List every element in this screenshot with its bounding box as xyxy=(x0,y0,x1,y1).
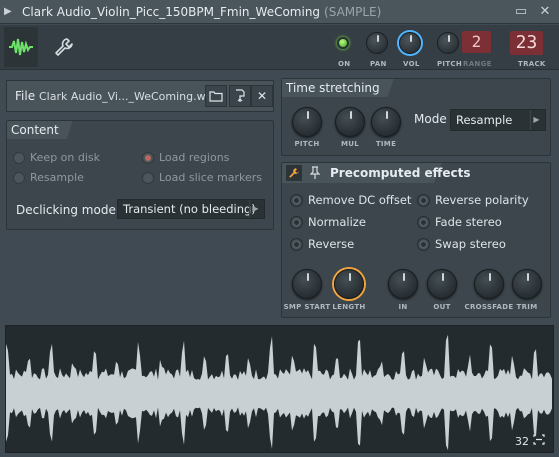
pan-label: PAN xyxy=(370,60,387,68)
swap-stereo-toggle[interactable]: Swap stereo xyxy=(417,237,506,251)
load-slice-markers-option[interactable]: Load slice markers xyxy=(142,171,262,184)
remove-dc-offset-toggle[interactable]: Remove DC offset xyxy=(290,193,411,207)
time-stretching-panel: Time stretching PITCH MUL TIME Mode Resa… xyxy=(281,78,551,156)
sample-start-knob[interactable] xyxy=(292,269,322,299)
waveform-shape xyxy=(6,334,552,451)
stretch-mul-label: MUL xyxy=(340,140,359,148)
pitch-knob[interactable] xyxy=(437,32,459,54)
channel-on-led[interactable] xyxy=(337,37,349,49)
keep-on-disk-option[interactable]: Keep on disk xyxy=(13,151,100,164)
stretch-pitch-knob[interactable] xyxy=(292,107,322,137)
crossfade-knob[interactable] xyxy=(474,269,504,299)
chevron-right-icon: ▶ xyxy=(530,110,542,130)
fade-stereo-toggle[interactable]: Fade stereo xyxy=(417,215,502,229)
precomputed-title: Precomputed effects xyxy=(330,166,471,180)
pitch-label: PITCH xyxy=(437,60,463,68)
effect-label: Normalize xyxy=(308,215,366,229)
menu-arrow-icon[interactable]: ▶ xyxy=(4,6,18,17)
radio-dot xyxy=(142,171,154,184)
file-row: File Clark Audio_Vi..._WeComing.wav ✕ xyxy=(6,80,274,112)
fade-in-label: IN xyxy=(398,303,408,311)
mode-label: Mode xyxy=(414,112,447,126)
waveform-display[interactable]: 32 xyxy=(5,325,554,453)
stretch-mode-value: Resample xyxy=(456,113,513,127)
bit-depth-label: 32 xyxy=(515,434,529,448)
close-icon[interactable]: ✕ xyxy=(537,3,553,20)
wrench-icon[interactable] xyxy=(286,165,302,181)
track-label: TRACK xyxy=(518,60,546,68)
resample-option[interactable]: Resample xyxy=(13,171,84,184)
normalize-toggle[interactable]: Normalize xyxy=(290,215,366,229)
option-label: Keep on disk xyxy=(30,151,101,164)
declicking-mode-value: Transient (no bleeding) xyxy=(123,202,256,216)
volume-knob[interactable] xyxy=(399,32,421,54)
file-label: File xyxy=(15,89,36,103)
fade-out-knob[interactable] xyxy=(427,269,457,299)
effect-label: Remove DC offset xyxy=(308,193,412,207)
fade-in-knob[interactable] xyxy=(388,269,418,299)
pitch-range-display[interactable]: 2 xyxy=(462,31,491,53)
effect-label: Reverse xyxy=(308,237,355,251)
toggle-dot xyxy=(290,237,303,251)
declicking-mode-select[interactable]: Transient (no bleeding) ▶ xyxy=(117,199,265,219)
stretch-time-knob[interactable] xyxy=(371,107,401,137)
waveform-footer: 32 xyxy=(515,434,545,448)
title-suffix: (SAMPLE) xyxy=(324,4,382,19)
clear-sample-icon[interactable]: ✕ xyxy=(251,85,273,107)
stretch-pitch-label: PITCH xyxy=(294,140,320,148)
length-label: LENGTH xyxy=(332,303,366,311)
precomputed-effects-panel: Precomputed effects Remove DC offset Rev… xyxy=(281,162,551,318)
fade-out-label: OUT xyxy=(433,303,451,311)
declicking-mode-label: Declicking mode xyxy=(16,203,116,217)
sample-start-label: SMP START xyxy=(283,303,331,311)
effect-label: Reverse polarity xyxy=(435,193,529,207)
pan-knob[interactable] xyxy=(366,32,388,54)
radio-dot xyxy=(13,151,25,164)
time-stretching-title: Time stretching xyxy=(282,79,394,97)
sample-locate-icon[interactable] xyxy=(229,85,251,107)
trim-knob[interactable] xyxy=(512,269,542,299)
stretch-mul-knob[interactable] xyxy=(335,107,365,137)
file-name: Clark Audio_Vi..._WeComing.wav xyxy=(39,90,219,103)
content-title: Content xyxy=(7,121,73,139)
chevron-right-icon: ▶ xyxy=(249,200,261,218)
fit-view-icon[interactable] xyxy=(533,434,545,448)
toggle-dot xyxy=(290,193,303,207)
wrench-icon[interactable] xyxy=(50,33,78,61)
window-title: Clark Audio_Violin_Picc_150BPM_Fmin_WeCo… xyxy=(22,5,381,19)
title-bar: ▶ Clark Audio_Violin_Picc_150BPM_Fmin_We… xyxy=(0,0,559,24)
toggle-dot xyxy=(417,237,430,251)
waveform-tab-icon[interactable] xyxy=(4,27,38,67)
radio-dot xyxy=(13,171,25,184)
range-label: RANGE xyxy=(463,60,492,68)
toggle-dot xyxy=(417,215,430,229)
on-label: ON xyxy=(338,60,351,68)
length-knob[interactable] xyxy=(334,269,364,299)
vol-label: VOL xyxy=(403,60,420,68)
pin-icon[interactable] xyxy=(308,165,322,181)
open-folder-icon[interactable] xyxy=(205,85,227,107)
option-label: Load regions xyxy=(159,151,230,164)
crossfade-label: CROSSFADE xyxy=(464,303,514,311)
track-display[interactable]: 23 xyxy=(510,31,543,55)
reverse-polarity-toggle[interactable]: Reverse polarity xyxy=(417,193,529,207)
trim-label: TRIM xyxy=(516,303,538,311)
option-label: Load slice markers xyxy=(159,171,263,184)
stretch-mode-select[interactable]: Resample ▶ xyxy=(450,109,546,131)
reverse-toggle[interactable]: Reverse xyxy=(290,237,354,251)
option-label: Resample xyxy=(30,171,84,184)
sample-name: Clark Audio_Violin_Picc_150BPM_Fmin_WeCo… xyxy=(22,4,321,19)
radio-dot xyxy=(142,151,154,164)
load-regions-option[interactable]: Load regions xyxy=(142,151,229,164)
waveform-graphic xyxy=(6,334,552,451)
effect-label: Swap stereo xyxy=(435,237,506,251)
stretch-time-label: TIME xyxy=(375,140,397,148)
content-panel: Content Keep on disk Load regions Resamp… xyxy=(6,120,274,230)
minimize-icon[interactable]: ▭ xyxy=(513,3,529,20)
effect-label: Fade stereo xyxy=(435,215,502,229)
toggle-dot xyxy=(290,215,303,229)
toggle-dot xyxy=(417,193,430,207)
